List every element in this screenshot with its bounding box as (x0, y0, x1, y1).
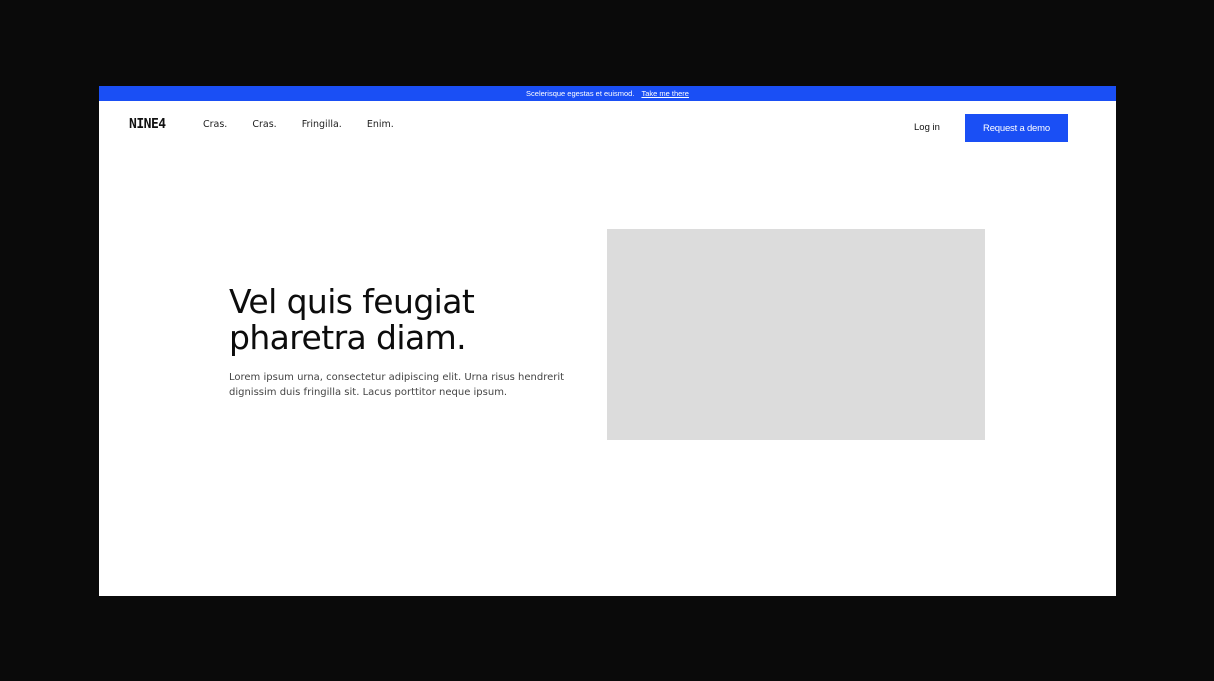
logo[interactable]: NINE4 (129, 117, 166, 132)
page-frame: Scelerisque egestas et euismod. Take me … (99, 86, 1116, 596)
hero-image-placeholder (607, 229, 985, 440)
nav-link-cras-2[interactable]: Cras. (252, 119, 276, 130)
nav-link-cras-1[interactable]: Cras. (203, 119, 227, 130)
announcement-text: Scelerisque egestas et euismod. (526, 89, 635, 98)
request-demo-button[interactable]: Request a demo (965, 114, 1068, 142)
top-nav: NINE4 Cras. Cras. Fringilla. Enim. Log i… (99, 101, 1116, 156)
announcement-bar: Scelerisque egestas et euismod. Take me … (99, 86, 1116, 101)
nav-link-enim[interactable]: Enim. (367, 119, 394, 130)
hero-subtitle: Lorem ipsum urna, consectetur adipiscing… (229, 372, 565, 398)
nav-link-fringilla[interactable]: Fringilla. (302, 119, 342, 130)
nav-links: Cras. Cras. Fringilla. Enim. (203, 119, 394, 130)
hero-title: Vel quis feugiat pharetra diam. (229, 282, 475, 357)
announcement-link[interactable]: Take me there (641, 89, 689, 98)
login-link[interactable]: Log in (914, 122, 940, 133)
